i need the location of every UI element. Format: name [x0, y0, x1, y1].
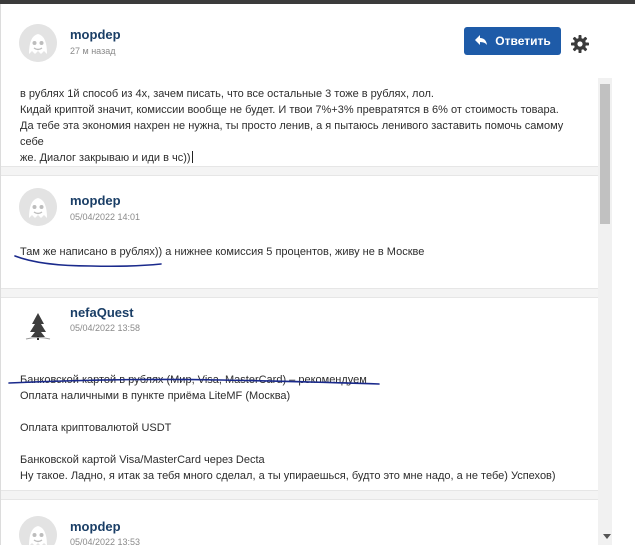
reply-button[interactable]: Ответить — [464, 27, 561, 55]
messages-list[interactable]: в рублях 1й способ из 4х, зачем писать, … — [1, 78, 598, 545]
message-item: mopdep 05/04/2022 13:53 — [1, 500, 598, 545]
scrollbar[interactable] — [598, 78, 612, 545]
message-line: Да тебе эта экономия нахрен не нужна, ты… — [20, 120, 564, 148]
avatar[interactable] — [19, 306, 57, 344]
page-margin — [612, 4, 635, 545]
header-timestamp: 27 м назад — [70, 46, 116, 56]
reply-button-label: Ответить — [495, 34, 551, 48]
message-line: Ну такое. Ладно, я итак за тебя много сд… — [20, 470, 556, 482]
reply-arrow-icon — [474, 34, 488, 49]
avatar[interactable] — [19, 516, 57, 545]
message-line — [20, 436, 590, 452]
message-line: Там же написано в рублях)) а нижнее коми… — [20, 246, 425, 258]
message-item: mopdep 05/04/2022 14:01 Там же написано … — [1, 176, 598, 288]
avatar[interactable] — [19, 188, 57, 226]
message-separator — [1, 288, 598, 298]
message-item: в рублях 1й способ из 4х, зачем писать, … — [1, 78, 598, 166]
conversation-panel: mopdep 27 м назад Ответить в рублях 1й с… — [0, 4, 613, 545]
scrollbar-thumb[interactable] — [600, 84, 610, 224]
message-line: Банковской картой в рублях (Мир, Visa, M… — [20, 374, 367, 386]
message-separator — [1, 166, 598, 176]
message-line: в рублях 1й способ из 4х, зачем писать, … — [20, 88, 434, 100]
tree-avatar-icon — [19, 306, 57, 344]
message-line — [20, 404, 590, 420]
scroll-down-arrow-icon[interactable] — [603, 534, 611, 539]
text-cursor — [191, 151, 193, 163]
message-author[interactable]: mopdep — [70, 519, 121, 534]
gear-icon[interactable] — [570, 34, 590, 54]
avatar[interactable] — [19, 24, 57, 62]
ghost-avatar-icon — [19, 516, 57, 545]
conversation-header: mopdep 27 м назад Ответить — [1, 4, 612, 78]
message-author[interactable]: mopdep — [70, 193, 121, 208]
message-body: в рублях 1й способ из 4х, зачем писать, … — [20, 86, 590, 166]
ghost-avatar-icon — [19, 24, 57, 62]
ghost-avatar-icon — [19, 188, 57, 226]
message-line: Оплата криптовалютой USDT — [20, 422, 172, 434]
message-timestamp: 05/04/2022 13:53 — [70, 537, 141, 545]
message-timestamp: 05/04/2022 13:58 — [70, 323, 141, 333]
message-body: Банковской картой в рублях (Мир, Visa, M… — [20, 372, 590, 484]
message-line: же. Диалог закрываю и иди в чс)) — [20, 151, 193, 164]
message-timestamp: 05/04/2022 14:01 — [70, 212, 141, 222]
header-username[interactable]: mopdep — [70, 27, 121, 42]
message-line: Оплата наличными в пункте приёма LiteMF … — [20, 390, 291, 402]
message-author[interactable]: nefaQuest — [70, 305, 134, 320]
message-line: Кидай криптой значит, комиссии вообще не… — [20, 104, 559, 116]
message-line: Банковской картой Visa/MasterCard через … — [20, 454, 265, 466]
message-separator — [1, 490, 598, 500]
message-item: nefaQuest 05/04/2022 13:58 Банковской ка… — [1, 298, 598, 490]
message-body: Там же написано в рублях)) а нижнее коми… — [20, 244, 590, 260]
